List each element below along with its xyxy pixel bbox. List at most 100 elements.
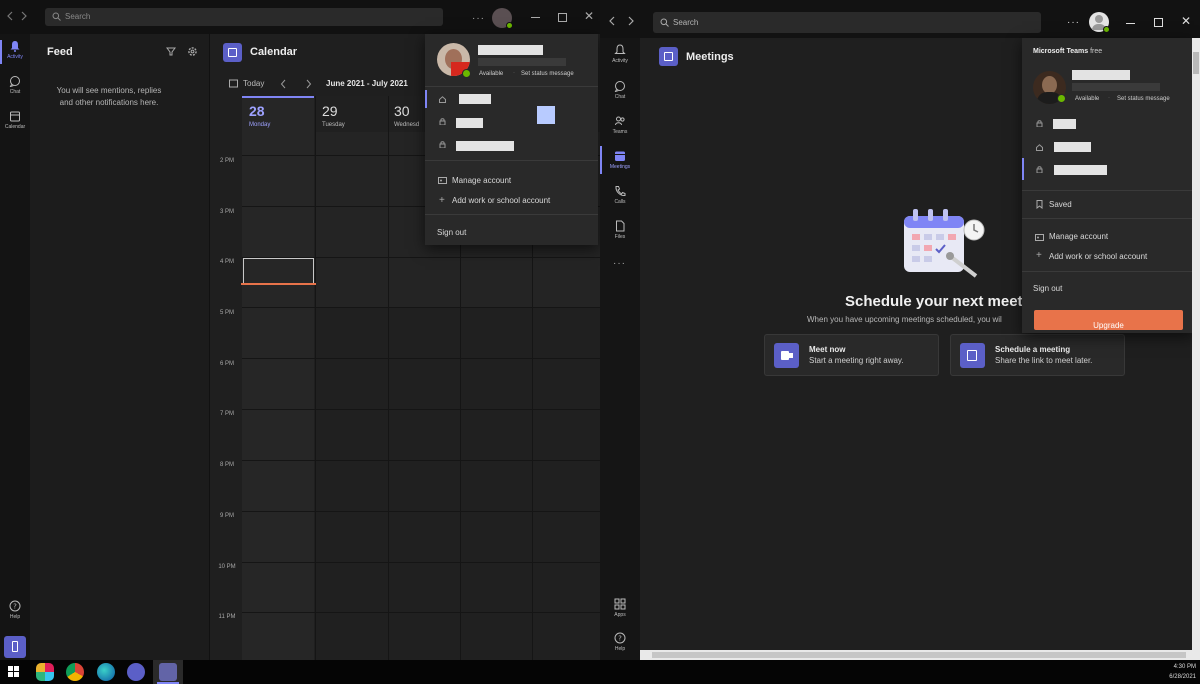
schedule-meeting-title: Schedule a meeting	[995, 345, 1071, 354]
hour-label: 4 PM	[219, 259, 234, 265]
date-range-label[interactable]: June 2021 - July 2021	[326, 79, 408, 88]
scrollbar-thumb[interactable]	[1193, 52, 1199, 74]
set-status-message-link[interactable]: Set status message	[521, 71, 574, 77]
maximize-button[interactable]	[558, 13, 567, 22]
status-separator: ·	[1108, 95, 1110, 101]
rail-item-files[interactable]: Files	[600, 220, 640, 240]
search-icon	[52, 12, 61, 21]
search-input[interactable]: Search	[653, 12, 1041, 33]
hour-label: 11 PM	[218, 614, 236, 620]
day-number: 30	[394, 103, 410, 119]
prev-range-icon[interactable]	[280, 79, 287, 89]
rail-item-chat[interactable]: Chat	[0, 75, 30, 95]
bell-icon	[614, 44, 626, 54]
horizontal-scrollbar[interactable]	[640, 650, 1200, 660]
account-1[interactable]	[459, 94, 491, 104]
more-apps-icon[interactable]: ···	[613, 258, 626, 269]
minimize-button[interactable]	[1126, 23, 1135, 24]
day-header-tuesday[interactable]: 29 Tuesday	[316, 96, 388, 132]
account-3[interactable]	[456, 141, 514, 151]
back-arrow-icon[interactable]	[608, 16, 616, 26]
rail-item-apps[interactable]: Apps	[600, 598, 640, 618]
hour-label: 5 PM	[219, 310, 234, 316]
schedule-meeting-button[interactable]: Schedule a meeting Share the link to mee…	[950, 334, 1125, 376]
rail-item-help[interactable]: ? Help	[600, 632, 640, 652]
edge-icon[interactable]	[97, 663, 115, 681]
add-work-account-item[interactable]: Add work or school account	[452, 196, 550, 205]
windows-start-icon[interactable]	[8, 666, 20, 678]
title-bar: Search ··· ✕	[600, 0, 1200, 38]
today-button[interactable]: Today	[243, 79, 264, 88]
saved-item[interactable]: Saved	[1049, 200, 1072, 209]
system-clock[interactable]: 4:30 PM 6/28/2021	[1150, 662, 1196, 682]
phone-icon	[615, 186, 626, 197]
grid-hour-line	[242, 358, 600, 359]
hour-label: 7 PM	[219, 411, 234, 417]
add-work-account-item[interactable]: Add work or school account	[1049, 252, 1147, 261]
meet-now-button[interactable]: Meet now Start a meeting right away.	[764, 334, 939, 376]
rail-item-meetings[interactable]: Meetings	[600, 150, 640, 170]
scrollbar-thumb[interactable]	[652, 652, 1186, 658]
back-arrow-icon[interactable]	[6, 11, 14, 21]
slack-icon[interactable]	[36, 663, 54, 681]
set-status-message-link[interactable]: Set status message	[1117, 96, 1170, 102]
hour-label: 10 PM	[218, 564, 236, 570]
rail-item-activity[interactable]: Activity	[0, 40, 30, 60]
chrome-icon[interactable]	[66, 663, 84, 681]
status-available[interactable]: Available	[479, 71, 503, 77]
close-button[interactable]: ✕	[584, 9, 594, 23]
vertical-scrollbar[interactable]	[1192, 38, 1200, 650]
bell-icon	[10, 41, 20, 52]
rail-item-calls[interactable]: Calls	[600, 185, 640, 205]
manage-account-item[interactable]: Manage account	[1049, 232, 1108, 241]
sign-out-item[interactable]: Sign out	[1033, 284, 1062, 293]
feed-empty-line: and other notifications here.	[59, 98, 159, 107]
next-range-icon[interactable]	[305, 79, 312, 89]
account-3[interactable]	[1054, 165, 1107, 175]
rail-item-activity[interactable]: Activity	[600, 44, 640, 64]
selected-time-slot[interactable]	[243, 258, 314, 284]
more-options-icon[interactable]: ···	[1067, 17, 1080, 28]
close-button[interactable]: ✕	[1181, 14, 1191, 28]
minimize-button[interactable]	[531, 17, 540, 18]
settings-gear-icon[interactable]	[187, 46, 198, 57]
forward-arrow-icon[interactable]	[627, 16, 635, 26]
rail-label: Activity	[612, 58, 628, 64]
presence-dot	[1103, 26, 1110, 33]
schedule-headline: Schedule your next meet	[845, 293, 1023, 310]
more-options-icon[interactable]: ···	[472, 13, 485, 24]
rail-item-calendar[interactable]: Calendar	[0, 110, 30, 130]
filter-icon[interactable]	[166, 47, 176, 56]
sign-out-item[interactable]: Sign out	[437, 228, 466, 237]
clock-time: 4:30 PM	[1173, 664, 1196, 670]
search-input[interactable]: Search	[45, 8, 443, 26]
manage-account-item[interactable]: Manage account	[452, 176, 511, 185]
schedule-subtext: When you have upcoming meetings schedule…	[807, 315, 1002, 324]
account-2[interactable]	[456, 118, 483, 128]
account-1[interactable]	[1053, 119, 1076, 129]
rail-item-chat[interactable]: Chat	[600, 80, 640, 100]
day-name: Tuesday	[322, 122, 345, 128]
rail-label: Teams	[612, 129, 628, 135]
rail-label: Chat	[9, 89, 21, 95]
account-2[interactable]	[1054, 142, 1091, 152]
presence-available-icon	[462, 69, 471, 78]
divider	[425, 160, 598, 161]
monday-column[interactable]	[242, 132, 314, 660]
teams-work-icon[interactable]	[127, 663, 145, 681]
teams-personal-icon[interactable]	[159, 663, 177, 681]
day-number: 28	[249, 103, 265, 119]
rail-item-teams[interactable]: Teams	[600, 115, 640, 135]
day-header-monday[interactable]: 28 Monday	[242, 96, 314, 132]
chat-icon	[614, 81, 625, 92]
maximize-button[interactable]	[1154, 18, 1163, 27]
rail-item-help[interactable]: ? Help	[0, 600, 30, 620]
forward-arrow-icon[interactable]	[20, 11, 28, 21]
mobile-device-button[interactable]	[4, 636, 26, 658]
grid-hour-line	[242, 612, 600, 613]
status-available[interactable]: Available	[1075, 96, 1099, 102]
help-icon: ?	[614, 632, 626, 644]
upgrade-button[interactable]: Upgrade	[1034, 310, 1183, 330]
windows-taskbar: 4:30 PM 6/28/2021	[0, 660, 1200, 684]
svg-text:?: ?	[618, 635, 622, 643]
